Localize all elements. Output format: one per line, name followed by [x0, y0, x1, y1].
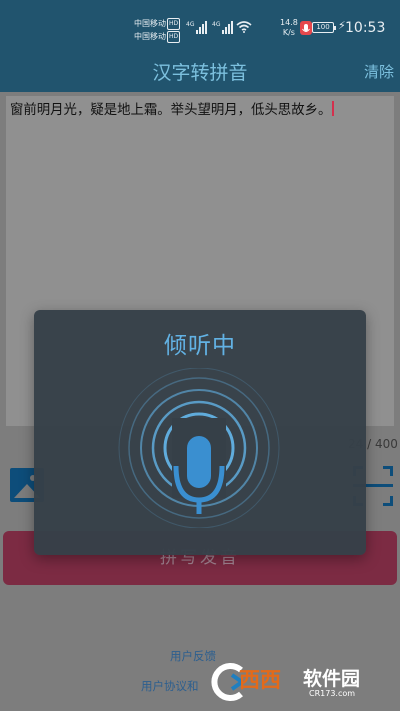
hd-badge: HD	[167, 31, 181, 43]
input-text: 窗前明月光，疑是地上霜。举头望明月，低头思故乡。	[10, 103, 332, 118]
hd-badge: HD	[167, 18, 181, 30]
net-speed-value: 14.8	[280, 18, 298, 27]
watermark: 西西 软件园 CR173.com	[205, 660, 381, 704]
clock: 10:53	[345, 20, 386, 36]
net-speed: 14.8 K/s	[280, 18, 298, 38]
carrier-1: 中国移动 HD	[134, 18, 181, 30]
listening-dialog: 倾听中	[34, 310, 366, 555]
network-type-1: 4G	[186, 21, 195, 28]
carrier-1-name: 中国移动	[134, 19, 166, 28]
watermark-brand: 西西	[239, 668, 281, 692]
wifi-icon	[236, 21, 252, 33]
listening-title: 倾听中	[164, 333, 236, 359]
signal-icon-1	[196, 20, 208, 34]
battery-icon: 100	[312, 22, 336, 33]
watermark-site: 软件园	[303, 668, 361, 690]
status-bar: 中国移动 HD 中国移动 HD 4G 4G 14.8 K/s 100 ⚡ 10:53	[0, 0, 400, 48]
page-title: 汉字转拼音	[152, 62, 248, 84]
signal-icon-2	[222, 20, 234, 34]
text-caret	[332, 101, 335, 116]
clear-button[interactable]: 清除	[364, 61, 394, 82]
agreement-link[interactable]: 用户协议和	[141, 678, 199, 694]
net-speed-unit: K/s	[282, 28, 295, 37]
recording-mic-icon	[300, 21, 312, 35]
title-bar: 汉字转拼音 清除	[0, 48, 400, 92]
microphone-icon	[118, 368, 280, 528]
network-type-2: 4G	[212, 21, 221, 28]
carrier-2: 中国移动 HD	[134, 31, 181, 43]
watermark-url: CR173.com	[309, 689, 356, 698]
carrier-2-name: 中国移动	[134, 32, 166, 41]
